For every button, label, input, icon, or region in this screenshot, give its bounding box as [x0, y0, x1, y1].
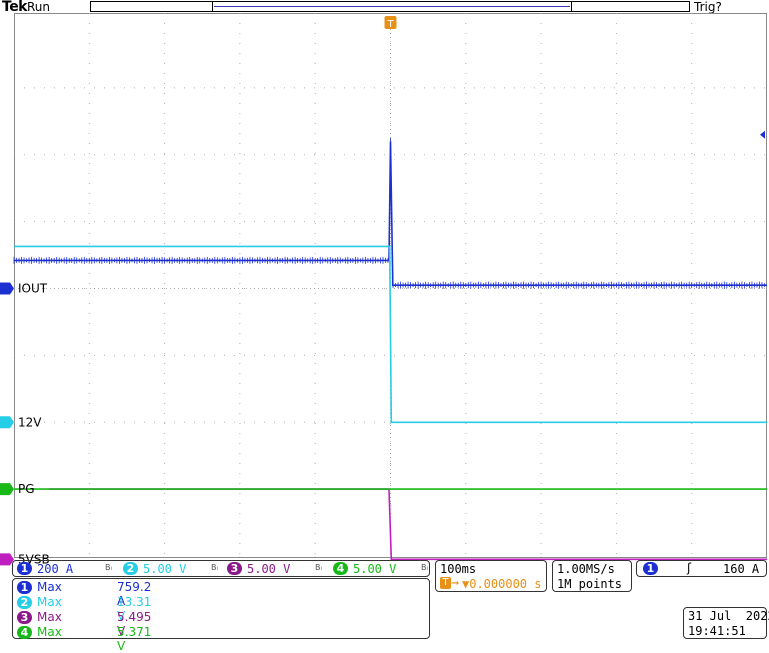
trigger-status: Trig? — [694, 0, 722, 14]
channel-3-badge[interactable]: 3 — [227, 562, 242, 575]
sample-rate: 1.00MS/s — [557, 562, 615, 576]
measurement-label: Max — [37, 595, 62, 609]
measurement-channel-badge: 4 — [17, 626, 32, 639]
time: 19:41:51 — [688, 624, 746, 638]
horizontal-panel[interactable]: 100ms T ➞ ▼0.000000 s — [435, 560, 547, 592]
channel-1-badge[interactable]: 1 — [17, 562, 32, 575]
bandwidth-limit-icon: Bₗ — [315, 563, 322, 572]
trigger-level-icon — [760, 130, 765, 139]
channel-4-scale: 5.00 V — [353, 562, 397, 576]
acquisition-panel[interactable]: 1.00MS/s 1M points — [552, 560, 632, 592]
channel-ground-marker — [0, 416, 14, 429]
channel-3-scale: 5.00 V — [247, 562, 291, 576]
record-view-line — [214, 6, 570, 7]
channel-label-iout: IOUT — [18, 282, 48, 296]
channel-ground-marker — [0, 483, 14, 496]
bandwidth-limit-icon: Bₗ — [421, 563, 428, 572]
trigger-level: 160 A — [723, 562, 760, 576]
timebase-value: 100ms — [440, 562, 477, 576]
bandwidth-limit-icon: Bₗ — [211, 563, 218, 572]
channel-2-scale: 5.00 V — [143, 562, 187, 576]
trigger-delay-value: ▼0.000000 s — [462, 577, 542, 591]
date: 31 Jul 2022 — [688, 609, 769, 623]
scope-graticule[interactable]: TIOUT12V5VSBPG — [0, 13, 767, 566]
measurement-channel-badge: 2 — [17, 596, 32, 609]
rising-edge-icon: ʃ — [687, 561, 692, 575]
channel-ground-marker — [0, 282, 14, 295]
measurement-value: 5.371 V — [117, 625, 152, 653]
trace-12v — [14, 245, 767, 424]
channel-label-12v: 12V — [18, 415, 42, 429]
status-bar: Tek Run Trig? — [0, 0, 769, 15]
measurement-label: Max — [37, 610, 62, 624]
measurement-label: Max — [37, 580, 62, 594]
measurement-channel-badge: 3 — [17, 611, 32, 624]
trigger-position-letter: T — [386, 19, 394, 30]
record-length: 1M points — [557, 577, 623, 591]
channel-2-badge[interactable]: 2 — [123, 562, 138, 575]
channel-1-scale: 200 A — [37, 562, 74, 576]
datetime-panel: 31 Jul 2022 19:41:51 — [683, 607, 769, 639]
channel-4-badge[interactable]: 4 — [333, 562, 348, 575]
arrow-right-icon: ➞ — [451, 578, 460, 589]
measurement-label: Max — [37, 625, 62, 639]
channel-readout-bar: 1 200 A Bₗ 2 5.00 V Bₗ 3 5.00 V Bₗ 4 5.00 V Bₗ — [12, 560, 430, 577]
trigger-source-badge: 1 — [643, 562, 658, 575]
bandwidth-limit-icon: Bₗ — [105, 563, 112, 572]
trigger-marker-icon: T — [440, 577, 451, 589]
trace-5vsb — [48, 488, 767, 561]
trigger-panel[interactable]: 1 ʃ 160 A — [636, 560, 767, 577]
acquisition-state: Run — [27, 0, 51, 14]
measurement-channel-badge: 1 — [17, 581, 32, 594]
measurement-panel: 1 Max 759.2 A 2 Max 13.31 V 3 Max 5.495 V 4 Max 5.3… — [12, 578, 430, 653]
channel-label-pg: PG — [18, 482, 35, 496]
